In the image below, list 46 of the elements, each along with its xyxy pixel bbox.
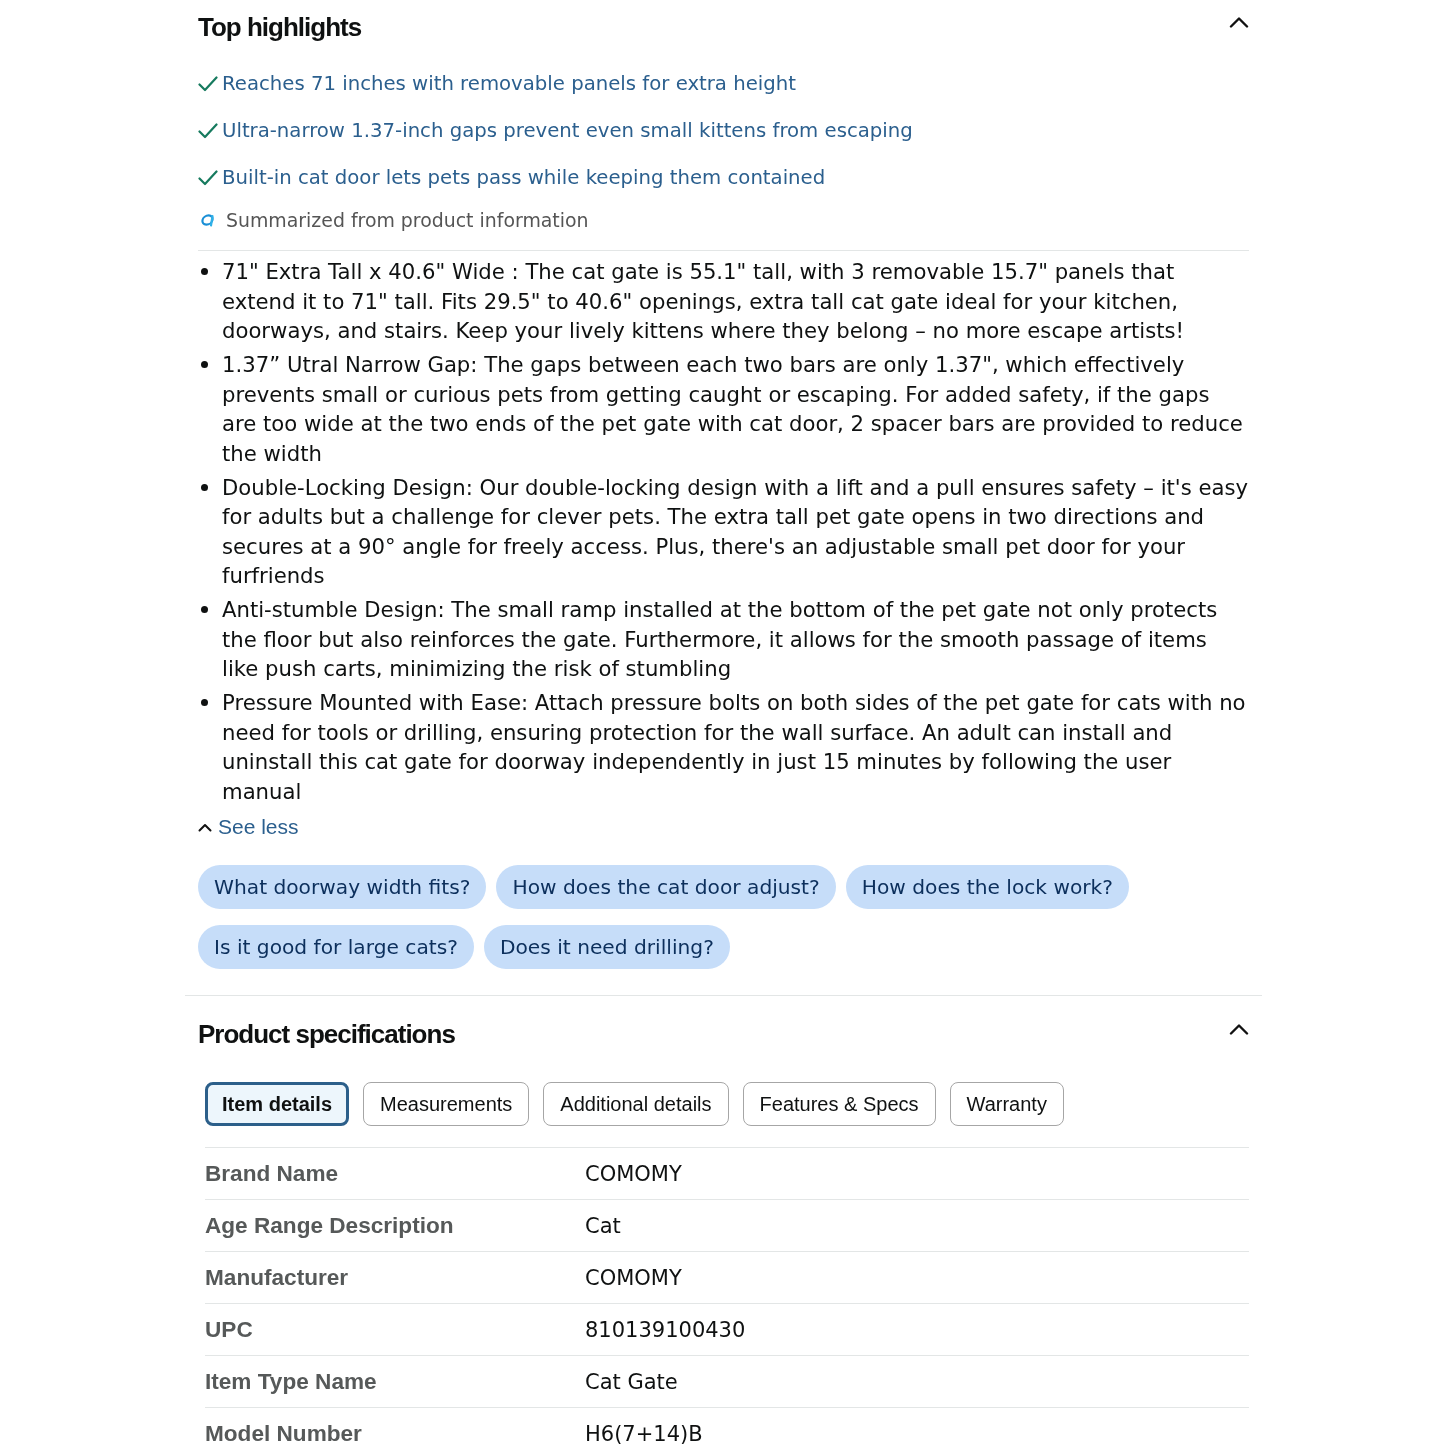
spec-value: H6(7+14)B [585, 1421, 703, 1445]
section-title: Product specifications [198, 1018, 455, 1050]
bullet-text: 1.37” Utral Narrow Gap: The gaps between each two bars are only 1.37", which effectively prevents small or curious pets from getting caught or escaping. For added safety, if the gaps are too wide at the two ends of the pet gate with cat door, 2 spacer bars are provided to reduce the width [222, 351, 1244, 468]
question-chip[interactable]: How does the lock work? [845, 865, 1130, 909]
spec-value: COMOMY [585, 1265, 682, 1290]
bullet-icon [201, 361, 208, 369]
spec-label: Brand Name [205, 1160, 340, 1187]
spec-value: COMOMY [585, 1161, 682, 1186]
bullet-text: Double-Locking Design: Our double-locking design with a lift and a pull ensures safety – it's easy for adults but a challenge for clever pets. The extra tall pet gate opens in two directions and secures at a 90° angle for freely access. Plus, there's an adjustable small pet door for your furfriends [222, 473, 1249, 590]
highlight-text: Built-in cat door lets pets pass while keeping them contained [222, 164, 826, 191]
spec-label: Item Type Name [205, 1368, 378, 1395]
bullet-text: 71" Extra Tall x 40.6" Wide : The cat gate is 55.1" tall, with 3 removable 15.7" panels that extend it to 71" tall. Fits 29.5" to 40.6" openings, extra tall cat gate ideal for your kitchen, doorways, and stairs. Keep your lively kittens where they belong – no more escape artists! [222, 258, 1186, 345]
spec-value: Cat [585, 1213, 621, 1238]
check-icon [198, 75, 218, 92]
loop-icon [200, 213, 216, 227]
section-title: Top highlights [198, 11, 362, 43]
highlight-text: Reaches 71 inches with removable panels for extra height [222, 70, 796, 97]
chevron-up-icon[interactable] [1229, 1023, 1249, 1035]
spec-tab[interactable]: Warranty [949, 1082, 1064, 1126]
spec-tab[interactable]: Measurements [363, 1082, 530, 1126]
bullet-icon [201, 268, 208, 276]
spec-label: Age Range Description [205, 1212, 455, 1239]
spec-value: 810139100430 [585, 1317, 746, 1342]
question-chip[interactable]: What doorway width fits? [198, 865, 487, 909]
spec-tab[interactable]: Additional details [543, 1082, 729, 1126]
highlight-text: Ultra-narrow 1.37-inch gaps prevent even small kittens from escaping [222, 117, 913, 144]
question-chip[interactable]: How does the cat door adjust? [496, 865, 836, 909]
chevron-up-icon[interactable] [1229, 16, 1249, 28]
bullet-icon [201, 699, 208, 707]
spec-value: Cat Gate [585, 1369, 678, 1394]
source-note: Summarized from product information [226, 208, 589, 232]
bullet-text: Anti-stumble Design: The small ramp installed at the bottom of the pet gate not only protects the floor but also reinforces the gate. Furthermore, it allows for the smooth passage of items like push carts, minimizing the risk of stumbling [222, 596, 1219, 683]
spec-tab[interactable]: Item details [205, 1082, 350, 1126]
question-chip[interactable]: Does it need drilling? [483, 925, 730, 969]
spec-label: UPC [205, 1316, 254, 1343]
bullet-icon [201, 483, 208, 491]
check-icon [198, 169, 218, 186]
spec-label: Manufacturer [205, 1264, 350, 1291]
bullet-icon [201, 606, 208, 614]
caret-up-icon [198, 822, 212, 832]
spec-label: Model Number [205, 1420, 363, 1445]
spec-tab[interactable]: Features & Specs [742, 1082, 936, 1126]
see-less-link[interactable]: See less [198, 812, 299, 842]
bullet-text: Pressure Mounted with Ease: Attach pressure bolts on both sides of the pet gate for cats with no need for tools or drilling, ensuring protection for the wall surface. An adult can install and uninstall this cat gate for doorway independently in just 15 minutes by following the user manual [222, 689, 1247, 806]
check-icon [198, 122, 218, 139]
question-chip[interactable]: Is it good for large cats? [198, 925, 474, 969]
